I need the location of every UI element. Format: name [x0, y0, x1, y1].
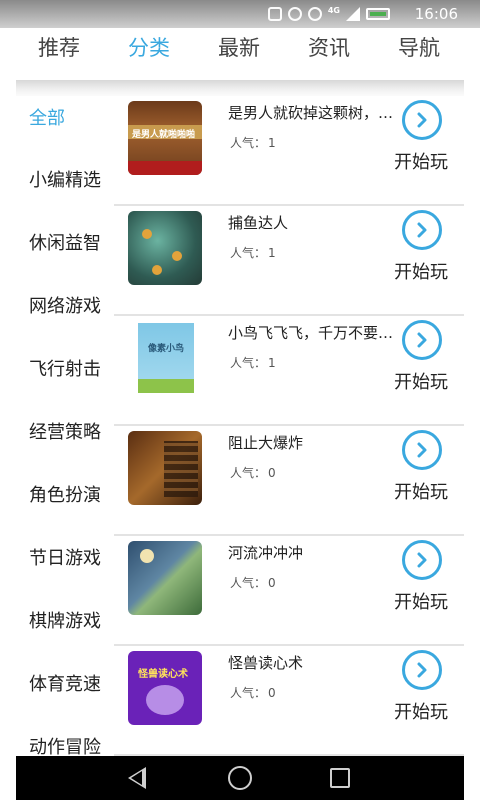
status-icons: 4G — [267, 5, 390, 22]
popularity-count: 0 — [268, 576, 276, 590]
game-thumbnail[interactable]: 怪兽读心术 — [128, 651, 202, 725]
recent-apps-icon[interactable] — [330, 768, 350, 788]
category-item-holiday[interactable]: 节日游戏 — [29, 544, 101, 570]
popularity: 人气： 1 — [228, 354, 276, 371]
category-item-all[interactable]: 全部 — [29, 104, 65, 130]
start-play-button[interactable]: 开始玩 — [394, 588, 448, 614]
tab-latest[interactable]: 最新 — [218, 32, 260, 62]
network-type: 4G — [327, 5, 340, 15]
game-title: 捕鱼达人 — [228, 214, 289, 232]
game-thumbnail[interactable]: 是男人就啪啪啪 — [128, 101, 202, 175]
home-icon[interactable] — [228, 766, 252, 790]
popularity-count: 1 — [268, 136, 276, 150]
list-item[interactable]: 阻止大爆炸 人气： 0 开始玩 — [114, 426, 464, 536]
popularity-label: 人气： — [230, 686, 267, 700]
category-item-strategy[interactable]: 经营策略 — [29, 418, 101, 444]
start-play-button[interactable]: 开始玩 — [394, 368, 448, 394]
game-thumbnail[interactable] — [128, 431, 202, 505]
chevron-right-icon[interactable] — [402, 430, 442, 470]
signal-icon — [346, 7, 360, 21]
popularity-label: 人气： — [230, 136, 267, 150]
tab-news[interactable]: 资讯 — [308, 32, 350, 62]
game-thumbnail[interactable] — [128, 211, 202, 285]
category-item-casual-puzzle[interactable]: 休闲益智 — [29, 229, 101, 255]
start-play-button[interactable]: 开始玩 — [394, 258, 448, 284]
chevron-right-icon[interactable] — [402, 100, 442, 140]
start-play-button[interactable]: 开始玩 — [394, 698, 448, 724]
back-icon[interactable] — [128, 767, 146, 789]
top-tab-bar: 推荐 分类 最新 资讯 导航 — [0, 28, 480, 80]
nfc-icon — [267, 7, 282, 21]
chevron-right-icon[interactable] — [402, 540, 442, 580]
popularity-label: 人气： — [230, 466, 267, 480]
list-item[interactable]: 像素小鸟 小鸟飞飞飞，千万不要落地啊 人气： 1 开始玩 — [114, 316, 464, 426]
game-title: 小鸟飞飞飞，千万不要落地啊 — [228, 324, 404, 342]
game-thumbnail[interactable]: 像素小鸟 — [128, 321, 202, 395]
list-item[interactable]: 是男人就啪啪啪 是男人就砍掉这颗树，啪啪啪 人气： 1 开始玩 — [114, 96, 464, 206]
category-sidebar: 全部 小编精选 休闲益智 网络游戏 飞行射击 经营策略 角色扮演 节日游戏 棋牌… — [0, 96, 112, 758]
battery-icon — [366, 8, 390, 20]
game-title: 阻止大爆炸 — [228, 434, 304, 452]
popularity: 人气： 0 — [228, 574, 276, 591]
tab-navigation[interactable]: 导航 — [398, 32, 440, 62]
category-item-editor-picks[interactable]: 小编精选 — [29, 166, 101, 192]
tab-bar-divider — [16, 80, 464, 96]
popularity-label: 人气： — [230, 356, 267, 370]
thumbnail-caption: 像素小鸟 — [148, 344, 185, 354]
popularity-label: 人气： — [230, 576, 267, 590]
tab-recommend[interactable]: 推荐 — [38, 32, 80, 62]
game-thumbnail[interactable] — [128, 541, 202, 615]
status-time: 16:06 — [414, 5, 458, 23]
alarm-icon — [287, 7, 302, 21]
popularity-label: 人气： — [230, 246, 267, 260]
popularity-count: 1 — [268, 246, 276, 260]
popularity: 人气： 1 — [228, 244, 276, 261]
chevron-right-icon[interactable] — [402, 210, 442, 250]
chevron-right-icon[interactable] — [402, 320, 442, 360]
popularity-count: 1 — [268, 356, 276, 370]
popularity-count: 0 — [268, 686, 276, 700]
thumbnail-caption: 怪兽读心术 — [138, 669, 188, 680]
category-item-flight-shooting[interactable]: 飞行射击 — [29, 355, 101, 381]
category-item-role-playing[interactable]: 角色扮演 — [29, 481, 101, 507]
system-nav-bar — [16, 756, 464, 800]
category-item-online-games[interactable]: 网络游戏 — [29, 292, 101, 318]
chevron-right-icon[interactable] — [402, 650, 442, 690]
category-item-sports-racing[interactable]: 体育竞速 — [29, 670, 101, 696]
game-list: 是男人就啪啪啪 是男人就砍掉这颗树，啪啪啪 人气： 1 开始玩 捕鱼达人 人气： 1… — [114, 96, 466, 756]
popularity-count: 0 — [268, 466, 276, 480]
start-play-button[interactable]: 开始玩 — [394, 148, 448, 174]
tab-category[interactable]: 分类 — [128, 32, 170, 62]
list-item[interactable]: 捕鱼达人 人气： 1 开始玩 — [114, 206, 464, 316]
wifi-icon — [307, 7, 322, 21]
popularity: 人气： 0 — [228, 684, 276, 701]
game-title: 河流冲冲冲 — [228, 544, 304, 562]
popularity: 人气： 1 — [228, 134, 276, 151]
list-item[interactable]: 河流冲冲冲 人气： 0 开始玩 — [114, 536, 464, 646]
game-title: 怪兽读心术 — [228, 654, 304, 672]
game-title: 是男人就砍掉这颗树，啪啪啪 — [228, 104, 404, 122]
list-item[interactable]: 怪兽读心术 怪兽读心术 人气： 0 开始玩 — [114, 646, 464, 756]
status-bar: 4G 16:06 — [0, 0, 480, 28]
category-item-board-card[interactable]: 棋牌游戏 — [29, 607, 101, 633]
thumbnail-caption: 是男人就啪啪啪 — [132, 130, 196, 140]
start-play-button[interactable]: 开始玩 — [394, 478, 448, 504]
popularity: 人气： 0 — [228, 464, 276, 481]
